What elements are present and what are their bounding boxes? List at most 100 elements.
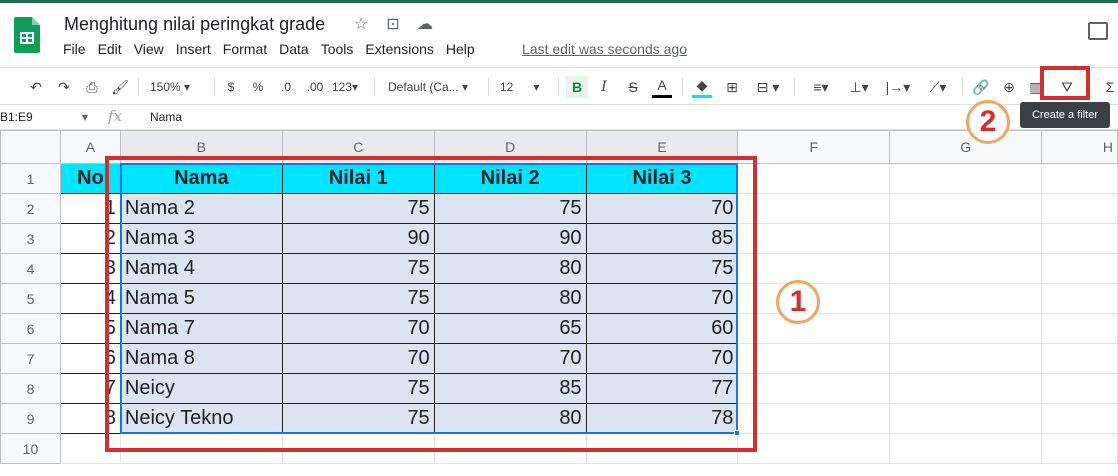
cell[interactable] (737, 193, 891, 224)
document-title[interactable]: Menghitung nilai peringkat grade (64, 14, 325, 35)
cell[interactable] (889, 163, 1043, 194)
print-icon[interactable]: ⎙ (82, 76, 102, 98)
cell[interactable] (1041, 433, 1118, 464)
functions-icon[interactable]: Σ (1102, 76, 1118, 98)
cell[interactable] (889, 283, 1043, 314)
cell-nilai1[interactable]: 75 (281, 373, 435, 404)
cell-nilai2[interactable]: 70 (433, 343, 587, 374)
cell-no[interactable]: 8 (59, 403, 121, 434)
cell[interactable] (889, 223, 1043, 254)
cell[interactable] (1041, 193, 1118, 224)
cell[interactable] (1041, 223, 1118, 254)
header-cell-no[interactable]: No (59, 163, 121, 194)
cell[interactable] (1041, 283, 1118, 314)
cell-nama[interactable]: Nama 3 (119, 223, 283, 254)
insert-link-icon[interactable]: 🔗 (970, 76, 992, 98)
row-header[interactable]: 6 (0, 313, 61, 344)
cell-nilai1[interactable]: 70 (281, 343, 435, 374)
cell-nilai1[interactable]: 90 (281, 223, 435, 254)
cell[interactable] (737, 163, 891, 194)
cell-nilai3[interactable]: 77 (585, 373, 739, 404)
cell-no[interactable]: 4 (59, 283, 121, 314)
last-edit-link[interactable]: Last edit was seconds ago (522, 41, 687, 57)
cell[interactable] (737, 223, 891, 254)
menu-file[interactable]: File (63, 41, 86, 57)
cell-nilai1[interactable]: 75 (281, 253, 435, 284)
cell[interactable] (1041, 313, 1118, 344)
menu-format[interactable]: Format (223, 41, 267, 57)
percent-format-button[interactable]: % (250, 76, 266, 98)
cell[interactable] (889, 253, 1043, 284)
cell[interactable] (1041, 253, 1118, 284)
row-header[interactable]: 4 (0, 253, 61, 284)
text-wrap-icon[interactable]: |→▾ (882, 76, 914, 98)
menu-edit[interactable]: Edit (98, 41, 122, 57)
sheets-logo-icon[interactable] (14, 17, 40, 53)
menu-extensions[interactable]: Extensions (365, 41, 433, 57)
increase-decimal-button[interactable]: .00 (304, 76, 326, 98)
header-cell-nama[interactable]: Nama (119, 163, 283, 194)
cell[interactable] (281, 433, 435, 464)
cell-nilai3[interactable]: 85 (585, 223, 739, 254)
cell-nilai2[interactable]: 65 (433, 313, 587, 344)
select-all-corner[interactable] (0, 130, 61, 164)
column-header-d[interactable]: D (433, 130, 587, 164)
currency-format-button[interactable]: $ (224, 76, 238, 98)
cell[interactable] (1041, 163, 1118, 194)
redo-icon[interactable]: ↷ (54, 76, 74, 98)
cell-nilai2[interactable]: 85 (433, 373, 587, 404)
cell-no[interactable]: 6 (59, 343, 121, 374)
column-header-g[interactable]: G (889, 130, 1043, 164)
column-header-h[interactable]: H (1041, 130, 1118, 164)
row-header[interactable]: 10 (0, 433, 61, 464)
bold-button[interactable]: B (566, 76, 588, 98)
cell[interactable] (433, 433, 587, 464)
font-family-select[interactable]: Default (Ca... ▾ (388, 76, 480, 98)
font-size-select[interactable]: 12 ▾ (500, 76, 552, 98)
column-header-f[interactable]: F (737, 130, 891, 164)
cell-no[interactable]: 7 (59, 373, 121, 404)
cell[interactable] (1041, 373, 1118, 404)
cell-nama[interactable]: Neicy (119, 373, 283, 404)
cell[interactable] (737, 433, 891, 464)
menu-insert[interactable]: Insert (176, 41, 211, 57)
decrease-decimal-button[interactable]: .0 (276, 76, 296, 98)
cell-nilai3[interactable]: 60 (585, 313, 739, 344)
zoom-select[interactable]: 150% ▾ (150, 76, 206, 98)
cell-nilai1[interactable]: 75 (281, 283, 435, 314)
cell[interactable] (737, 373, 891, 404)
more-formats-select[interactable]: 123▾ (332, 76, 366, 98)
row-header[interactable]: 3 (0, 223, 61, 254)
cell[interactable] (1041, 403, 1118, 434)
cell-nama[interactable]: Nama 4 (119, 253, 283, 284)
move-to-folder-icon[interactable]: ⊡ (382, 14, 404, 34)
cell[interactable] (889, 433, 1043, 464)
row-header[interactable]: 5 (0, 283, 61, 314)
cell-no[interactable]: 5 (59, 313, 121, 344)
cell-nilai1[interactable]: 75 (281, 403, 435, 434)
undo-icon[interactable]: ↶ (26, 76, 46, 98)
cell-nama[interactable]: Nama 2 (119, 193, 283, 224)
cell-nilai2[interactable]: 90 (433, 223, 587, 254)
cell[interactable] (737, 343, 891, 374)
vertical-align-icon[interactable]: ⊥▾ (844, 76, 874, 98)
cell-nama[interactable]: Nama 8 (119, 343, 283, 374)
cell[interactable] (889, 343, 1043, 374)
cell-nilai1[interactable]: 70 (281, 313, 435, 344)
row-header[interactable]: 7 (0, 343, 61, 374)
cell[interactable] (585, 433, 739, 464)
cell-nilai3[interactable]: 78 (585, 403, 739, 434)
cell-nama[interactable]: Nama 7 (119, 313, 283, 344)
cell-no[interactable]: 2 (59, 223, 121, 254)
cell[interactable] (737, 313, 891, 344)
menu-view[interactable]: View (134, 41, 164, 57)
cell-nilai1[interactable]: 75 (281, 193, 435, 224)
cell-no[interactable]: 1 (59, 193, 121, 224)
cell-nilai2[interactable]: 80 (433, 283, 587, 314)
column-header-b[interactable]: B (119, 130, 283, 164)
cloud-status-icon[interactable]: ☁ (414, 14, 436, 34)
header-cell-nilai1[interactable]: Nilai 1 (281, 163, 435, 194)
menu-tools[interactable]: Tools (321, 41, 354, 57)
cell-nama[interactable]: Nama 5 (119, 283, 283, 314)
cell[interactable] (737, 253, 891, 284)
